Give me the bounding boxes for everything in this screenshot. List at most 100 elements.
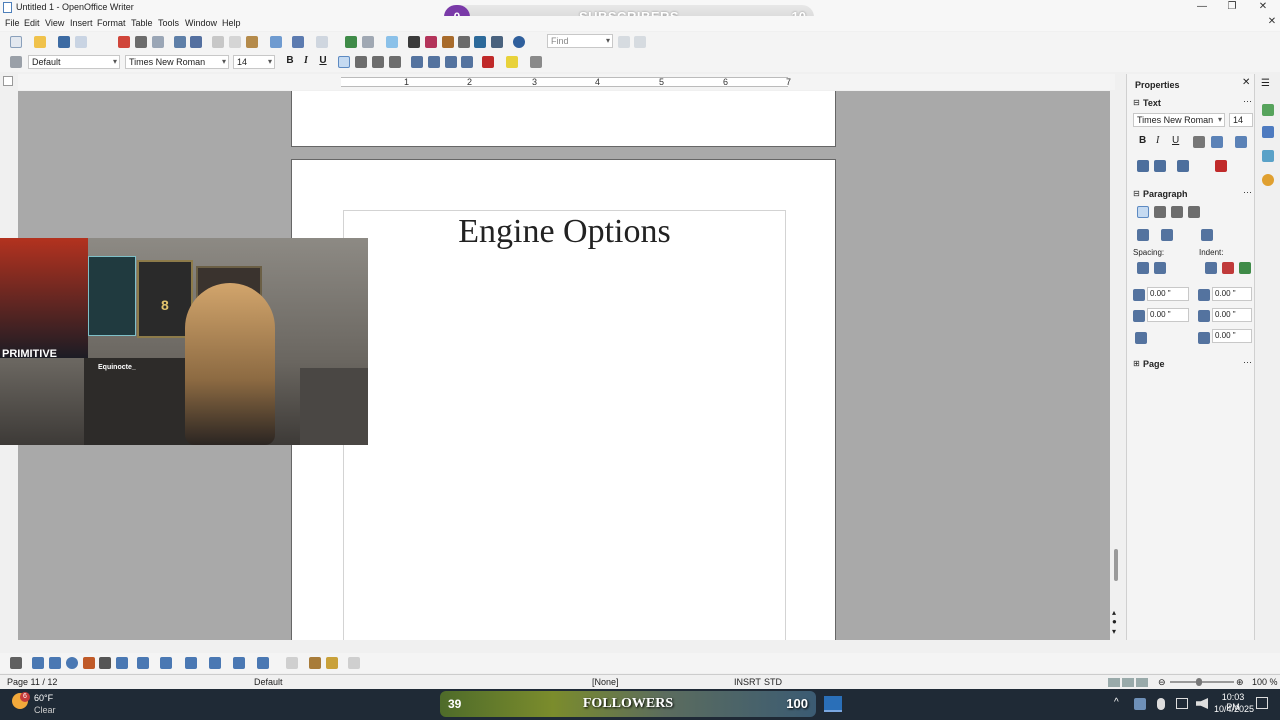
highlight-icon[interactable] <box>506 56 518 68</box>
hanging-indent-icon[interactable] <box>1239 262 1251 274</box>
document-heading[interactable]: Engine Options <box>344 213 785 251</box>
horizontal-ruler[interactable]: 1 2 3 4 5 6 7 <box>18 74 1115 90</box>
zoom-slider-thumb[interactable] <box>1196 678 1202 686</box>
minimize-button[interactable]: — <box>1192 1 1212 15</box>
select-icon[interactable] <box>10 657 22 669</box>
view-layout-icon[interactable] <box>1108 678 1148 687</box>
nonprinting-characters-icon[interactable] <box>474 36 486 48</box>
openoffice-taskbar-icon[interactable] <box>824 696 842 712</box>
callout-icon[interactable] <box>116 657 128 669</box>
text-icon[interactable] <box>99 657 111 669</box>
new-document-icon[interactable] <box>10 36 22 48</box>
current-page[interactable]: Engine Options <box>291 159 836 640</box>
save-icon[interactable] <box>58 36 70 48</box>
redo-icon[interactable] <box>316 36 328 48</box>
paragraph-section-header[interactable]: Paragraph <box>1143 189 1188 199</box>
paragraph-style-select[interactable]: Default ▾ <box>28 55 120 69</box>
align-right-icon[interactable] <box>372 56 384 68</box>
print-preview-icon[interactable] <box>152 36 164 48</box>
help-icon[interactable] <box>513 36 525 48</box>
sidebar-menu-icon[interactable]: ☰ <box>1261 78 1270 89</box>
close-button[interactable]: ✕ <box>1253 1 1273 15</box>
sidebar-align-right-icon[interactable] <box>1171 206 1183 218</box>
hyperlink-icon[interactable] <box>345 36 357 48</box>
sidebar-justify-icon[interactable] <box>1188 206 1200 218</box>
text-section-header[interactable]: Text <box>1143 98 1161 108</box>
microphone-icon[interactable] <box>1157 698 1165 710</box>
clock-date[interactable]: 10/4/2025 <box>1214 704 1254 714</box>
autospellcheck-icon[interactable] <box>190 36 202 48</box>
basic-shapes-icon[interactable] <box>137 657 149 669</box>
italic-button[interactable]: I <box>299 55 313 66</box>
show-draw-functions-icon[interactable] <box>386 36 398 48</box>
callouts-icon[interactable] <box>233 657 245 669</box>
print-icon[interactable] <box>135 36 147 48</box>
decrease-indent-icon[interactable] <box>1222 262 1234 274</box>
previous-page-icon[interactable]: ▴ <box>1112 608 1116 617</box>
before-text-indent-input[interactable]: 0.00 " <box>1212 287 1252 301</box>
email-icon[interactable] <box>75 36 87 48</box>
collapse-icon[interactable]: ⊟ <box>1133 189 1140 198</box>
subscript-icon[interactable] <box>1154 160 1166 172</box>
more-options-icon[interactable]: ··· <box>1243 96 1252 106</box>
menu-view[interactable]: View <box>45 18 64 28</box>
maximize-button[interactable]: ❐ <box>1222 1 1242 15</box>
sidebar-italic-button[interactable]: I <box>1156 135 1159 146</box>
navigation-icon[interactable]: ● <box>1112 617 1117 626</box>
navigator-tab-icon[interactable] <box>1262 174 1274 186</box>
menu-file[interactable]: File <box>5 18 20 28</box>
sidebar-align-center-icon[interactable] <box>1154 206 1166 218</box>
weather-desc[interactable]: Clear <box>34 705 56 715</box>
more-options-icon[interactable]: ··· <box>1243 187 1252 197</box>
gallery-tab-icon[interactable] <box>1262 150 1274 162</box>
find-next-icon[interactable] <box>634 36 646 48</box>
stars-icon[interactable] <box>257 657 269 669</box>
close-document-icon[interactable]: ✕ <box>1262 16 1280 30</box>
align-left-icon[interactable] <box>338 56 350 68</box>
sidebar-font-color-icon[interactable] <box>1215 160 1227 172</box>
tab-selector[interactable] <box>3 76 13 86</box>
page-indicator[interactable]: Page 11 / 12 <box>7 677 57 687</box>
copy-icon[interactable] <box>229 36 241 48</box>
extrusion-icon[interactable] <box>348 657 360 669</box>
increase-spacing-icon[interactable] <box>1137 262 1149 274</box>
scrollbar-thumb[interactable] <box>1114 549 1118 581</box>
decrease-indent-icon[interactable] <box>445 56 457 68</box>
shadow-icon[interactable] <box>1211 136 1223 148</box>
horizontal-scrollbar[interactable] <box>18 640 1110 652</box>
justify-icon[interactable] <box>389 56 401 68</box>
collapse-icon[interactable]: ⊟ <box>1133 98 1140 107</box>
menu-edit[interactable]: Edit <box>24 18 40 28</box>
freeform-icon[interactable] <box>83 657 95 669</box>
data-sources-icon[interactable] <box>458 36 470 48</box>
selection-mode[interactable]: STD <box>764 677 782 687</box>
cut-icon[interactable] <box>212 36 224 48</box>
page-section-header[interactable]: Page <box>1143 359 1165 369</box>
find-input[interactable]: Find ▾ <box>547 34 613 48</box>
navigator-icon[interactable] <box>425 36 437 48</box>
next-page-icon[interactable]: ▾ <box>1112 627 1116 636</box>
expand-icon[interactable]: ⊞ <box>1133 359 1140 368</box>
sidebar-underline-button[interactable]: U <box>1172 135 1179 146</box>
find-previous-icon[interactable] <box>618 36 630 48</box>
menu-window[interactable]: Window <box>185 18 217 28</box>
close-sidebar-icon[interactable]: ✕ <box>1242 77 1250 88</box>
tray-app-icon[interactable] <box>1134 698 1146 710</box>
zoom-slider[interactable] <box>1170 681 1234 683</box>
page-style[interactable]: Default <box>254 677 283 687</box>
first-line-indent-input[interactable]: 0.00 " <box>1212 329 1252 343</box>
superscript-icon[interactable] <box>1137 160 1149 172</box>
zoom-icon[interactable] <box>491 36 503 48</box>
line-spacing-icon[interactable] <box>1135 332 1147 344</box>
spellcheck-icon[interactable] <box>174 36 186 48</box>
align-center-icon[interactable] <box>355 56 367 68</box>
network-icon[interactable] <box>1176 698 1188 709</box>
block-arrows-icon[interactable] <box>185 657 197 669</box>
numbering-icon[interactable] <box>411 56 423 68</box>
menu-insert[interactable]: Insert <box>70 18 93 28</box>
sidebar-align-left-icon[interactable] <box>1137 206 1149 218</box>
menu-tools[interactable]: Tools <box>158 18 179 28</box>
language-indicator[interactable]: [None] <box>592 677 619 687</box>
decrease-spacing-icon[interactable] <box>1154 262 1166 274</box>
volume-icon[interactable] <box>1196 698 1208 709</box>
